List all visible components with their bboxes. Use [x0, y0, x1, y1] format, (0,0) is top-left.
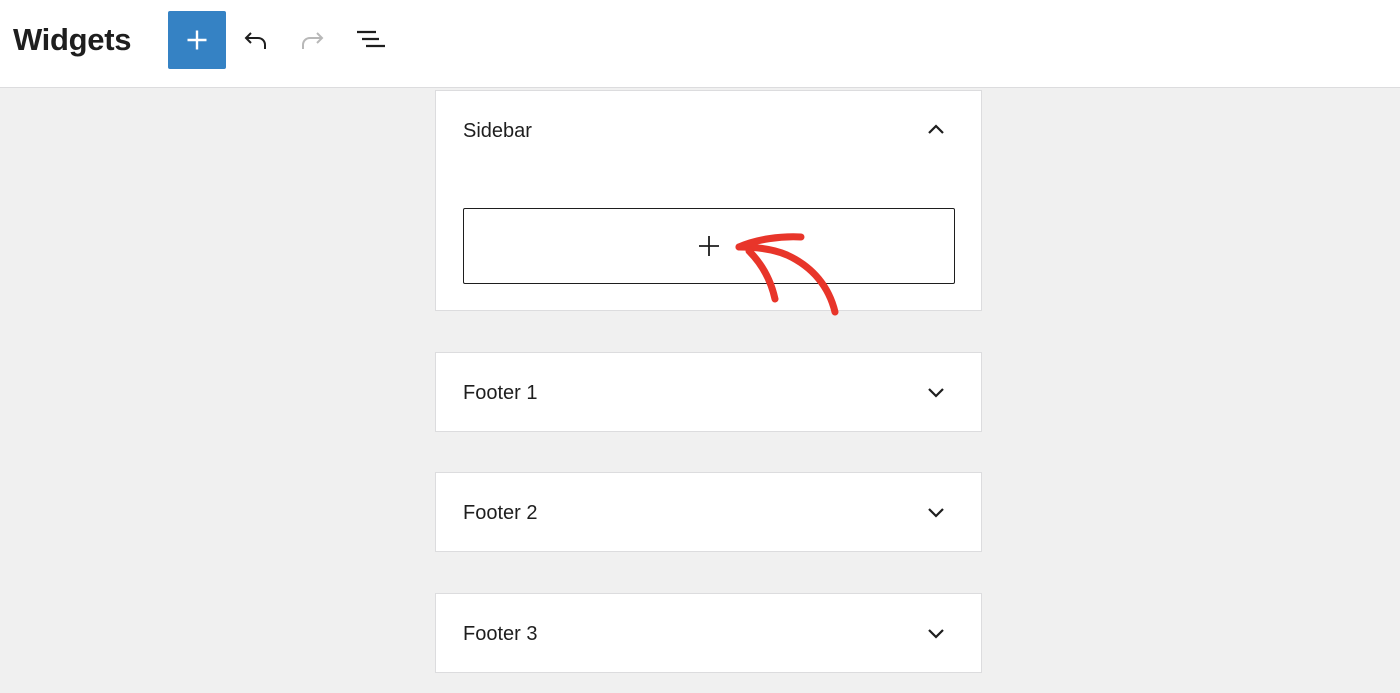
add-block-inserter-button[interactable]	[463, 208, 955, 284]
widget-area-title: Sidebar	[463, 120, 532, 142]
plus-icon	[699, 236, 719, 256]
chevron-down-icon	[928, 629, 944, 639]
redo-icon	[302, 32, 324, 49]
widget-area-toggle[interactable]: Footer 3	[436, 594, 981, 672]
header-toolbar: Widgets	[0, 0, 1400, 88]
widget-area-footer-2: Footer 2	[435, 472, 982, 552]
chevron-down-icon	[928, 508, 944, 518]
undo-icon	[244, 32, 266, 49]
widget-area-title: Footer 1	[463, 382, 538, 404]
chevron-down-icon	[928, 388, 944, 398]
undo-button[interactable]	[237, 22, 273, 58]
chevron-up-icon	[928, 124, 944, 134]
widget-area-footer-3: Footer 3	[435, 593, 982, 673]
widget-area-title: Footer 3	[463, 623, 538, 645]
list-view-icon	[357, 30, 385, 48]
page-title: Widgets	[13, 22, 132, 57]
widget-area-toggle[interactable]: Sidebar	[436, 91, 981, 169]
plus-icon	[187, 30, 207, 50]
redo-button[interactable]	[295, 22, 331, 58]
widget-area-footer-1: Footer 1	[435, 352, 982, 432]
widget-area-title: Footer 2	[463, 502, 538, 524]
list-view-button[interactable]	[352, 22, 388, 58]
widget-area-toggle[interactable]: Footer 1	[436, 353, 981, 431]
add-block-button[interactable]	[168, 11, 226, 69]
widget-area-toggle[interactable]: Footer 2	[436, 473, 981, 551]
widget-area-sidebar: Sidebar	[435, 90, 982, 311]
